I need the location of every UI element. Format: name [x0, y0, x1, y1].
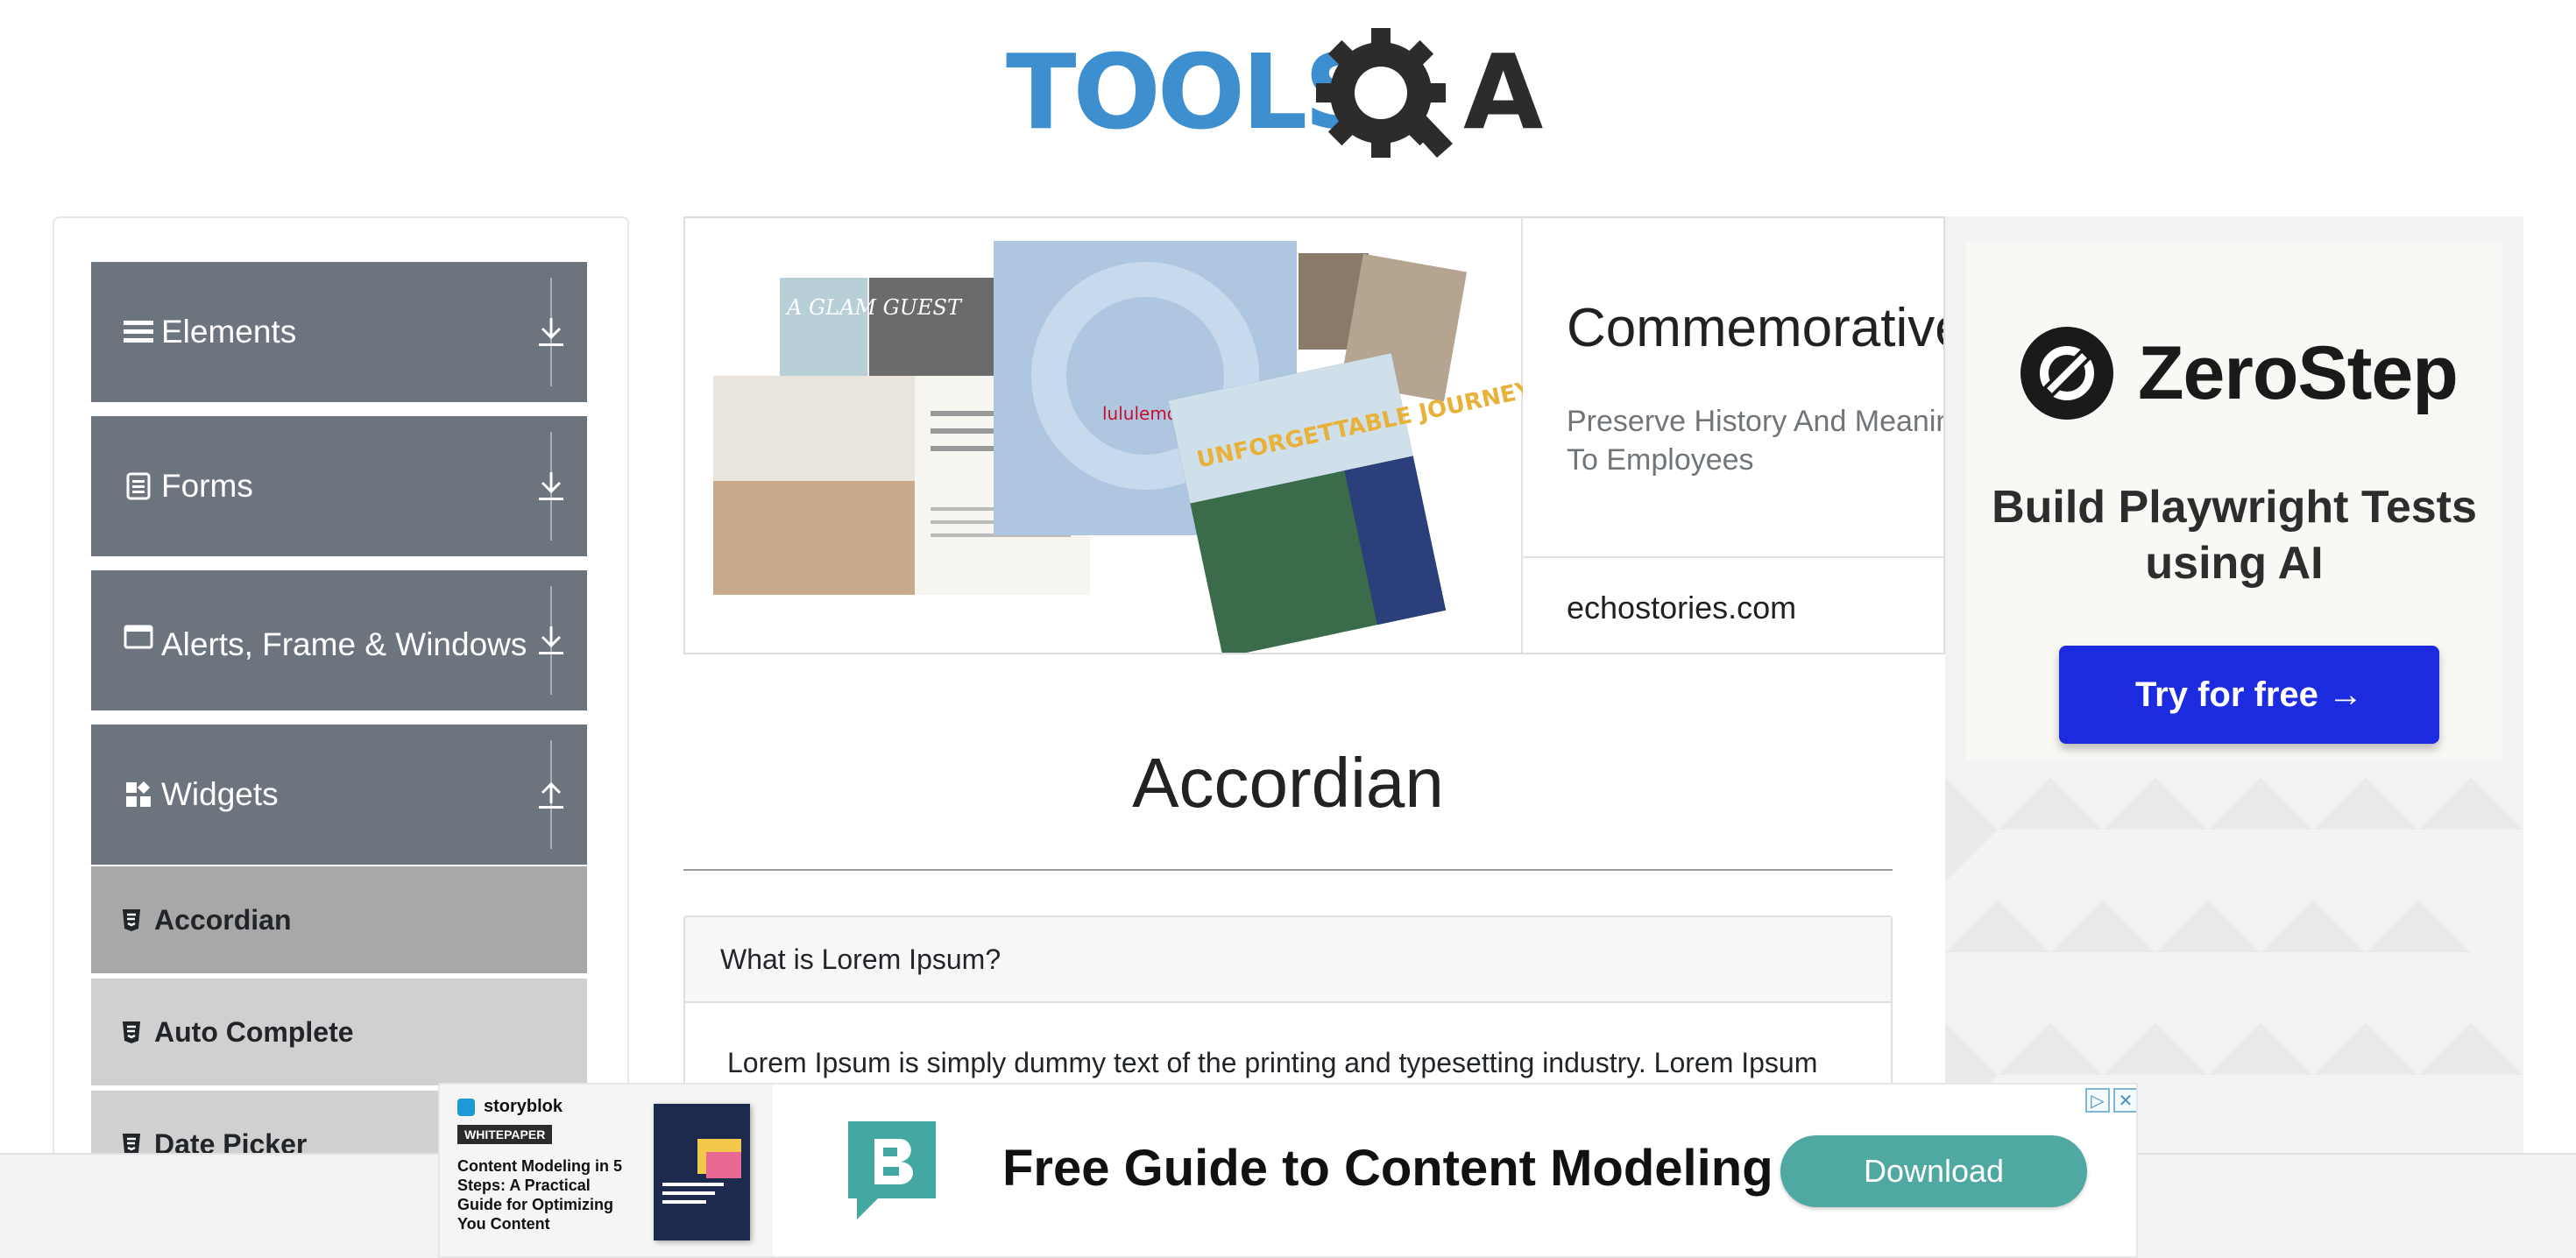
- ad-image[interactable]: A GLAM GUEST lululemon UNFORGETTABLE JOU…: [685, 218, 1536, 653]
- sidebar-group-elements[interactable]: Elements: [91, 262, 587, 402]
- download-arrow-icon[interactable]: [515, 570, 587, 710]
- download-arrow-icon[interactable]: [515, 262, 587, 402]
- ad-info-icon[interactable]: ▷: [2085, 1088, 2110, 1113]
- whitepaper-title: Content Modeling in 5 Steps: A Practical…: [457, 1157, 622, 1233]
- zerostep-card[interactable]: ZeroStep Build Playwright Tests using AI…: [1966, 243, 2502, 760]
- window-icon: [119, 625, 158, 649]
- ad-title[interactable]: Commemorative: [1567, 297, 1943, 359]
- zerostep-logo: ZeroStep: [2020, 327, 2459, 420]
- menu-icon: [119, 319, 158, 345]
- storyblok-icon: [457, 1098, 475, 1116]
- magazine-title: A GLAM GUEST: [785, 295, 963, 320]
- svg-text:A: A: [1463, 32, 1543, 152]
- sidebar-item-label: Auto Complete: [154, 1015, 354, 1048]
- widgets-icon: [119, 781, 158, 809]
- storyblok-brand: storyblok: [457, 1097, 563, 1117]
- html5-icon: [116, 908, 147, 932]
- close-icon[interactable]: ✕: [2113, 1088, 2136, 1113]
- top-advertisement[interactable]: A GLAM GUEST lululemon UNFORGETTABLE JOU…: [683, 216, 1945, 654]
- html5-icon: [116, 1020, 147, 1044]
- ad-description: Preserve History And Meaning Culture and…: [1567, 405, 1943, 477]
- title-divider: [683, 869, 1893, 871]
- ad-choices[interactable]: ▷ ✕: [2085, 1088, 2136, 1113]
- ad-domain[interactable]: echostories.com: [1567, 590, 1796, 626]
- download-arrow-icon[interactable]: [515, 416, 587, 556]
- zerostep-icon: [2020, 327, 2113, 420]
- page-title: Accordian: [1132, 744, 1444, 822]
- storyblok-panel[interactable]: storyblok WHITEPAPER Content Modeling in…: [440, 1085, 773, 1256]
- zerostep-brand: ZeroStep: [2138, 330, 2459, 415]
- sidebar-item-label: Accordian: [154, 903, 292, 936]
- toolsqa-logo-graphic: TOOLS A: [1006, 28, 1543, 158]
- right-advertisement[interactable]: ZeroStep Build Playwright Tests using AI…: [1945, 216, 2523, 1180]
- document-icon: [119, 472, 158, 500]
- try-for-free-button[interactable]: Try for free →: [2059, 646, 2439, 744]
- storyblok-b-logo: [848, 1121, 936, 1224]
- sidebar-group-widgets[interactable]: Widgets: [91, 724, 587, 865]
- ad-headline[interactable]: Free Guide to Content Modeling: [1002, 1139, 1773, 1198]
- sidebar-item-auto-complete[interactable]: Auto Complete: [91, 979, 587, 1085]
- sidebar-group-alerts-frame-windows[interactable]: Alerts, Frame & Windows: [91, 570, 587, 710]
- accordion-header[interactable]: What is Lorem Ipsum?: [685, 917, 1891, 1003]
- storyblok-name: storyblok: [484, 1097, 563, 1116]
- upload-arrow-icon[interactable]: [515, 724, 587, 865]
- download-button[interactable]: Download: [1780, 1135, 2087, 1207]
- whitepaper-badge: WHITEPAPER: [457, 1125, 553, 1144]
- sidebar-item-accordian[interactable]: Accordian: [91, 866, 587, 973]
- toolsqa-logo[interactable]: TOOLS A: [1006, 25, 1575, 165]
- bottom-advertisement[interactable]: storyblok WHITEPAPER Content Modeling in…: [438, 1083, 2138, 1258]
- zerostep-tagline: Build Playwright Tests using AI: [1992, 482, 2477, 589]
- ad-divider: [1523, 556, 1943, 558]
- whitepaper-cover: [654, 1104, 750, 1240]
- sidebar-group-forms[interactable]: Forms: [91, 416, 587, 556]
